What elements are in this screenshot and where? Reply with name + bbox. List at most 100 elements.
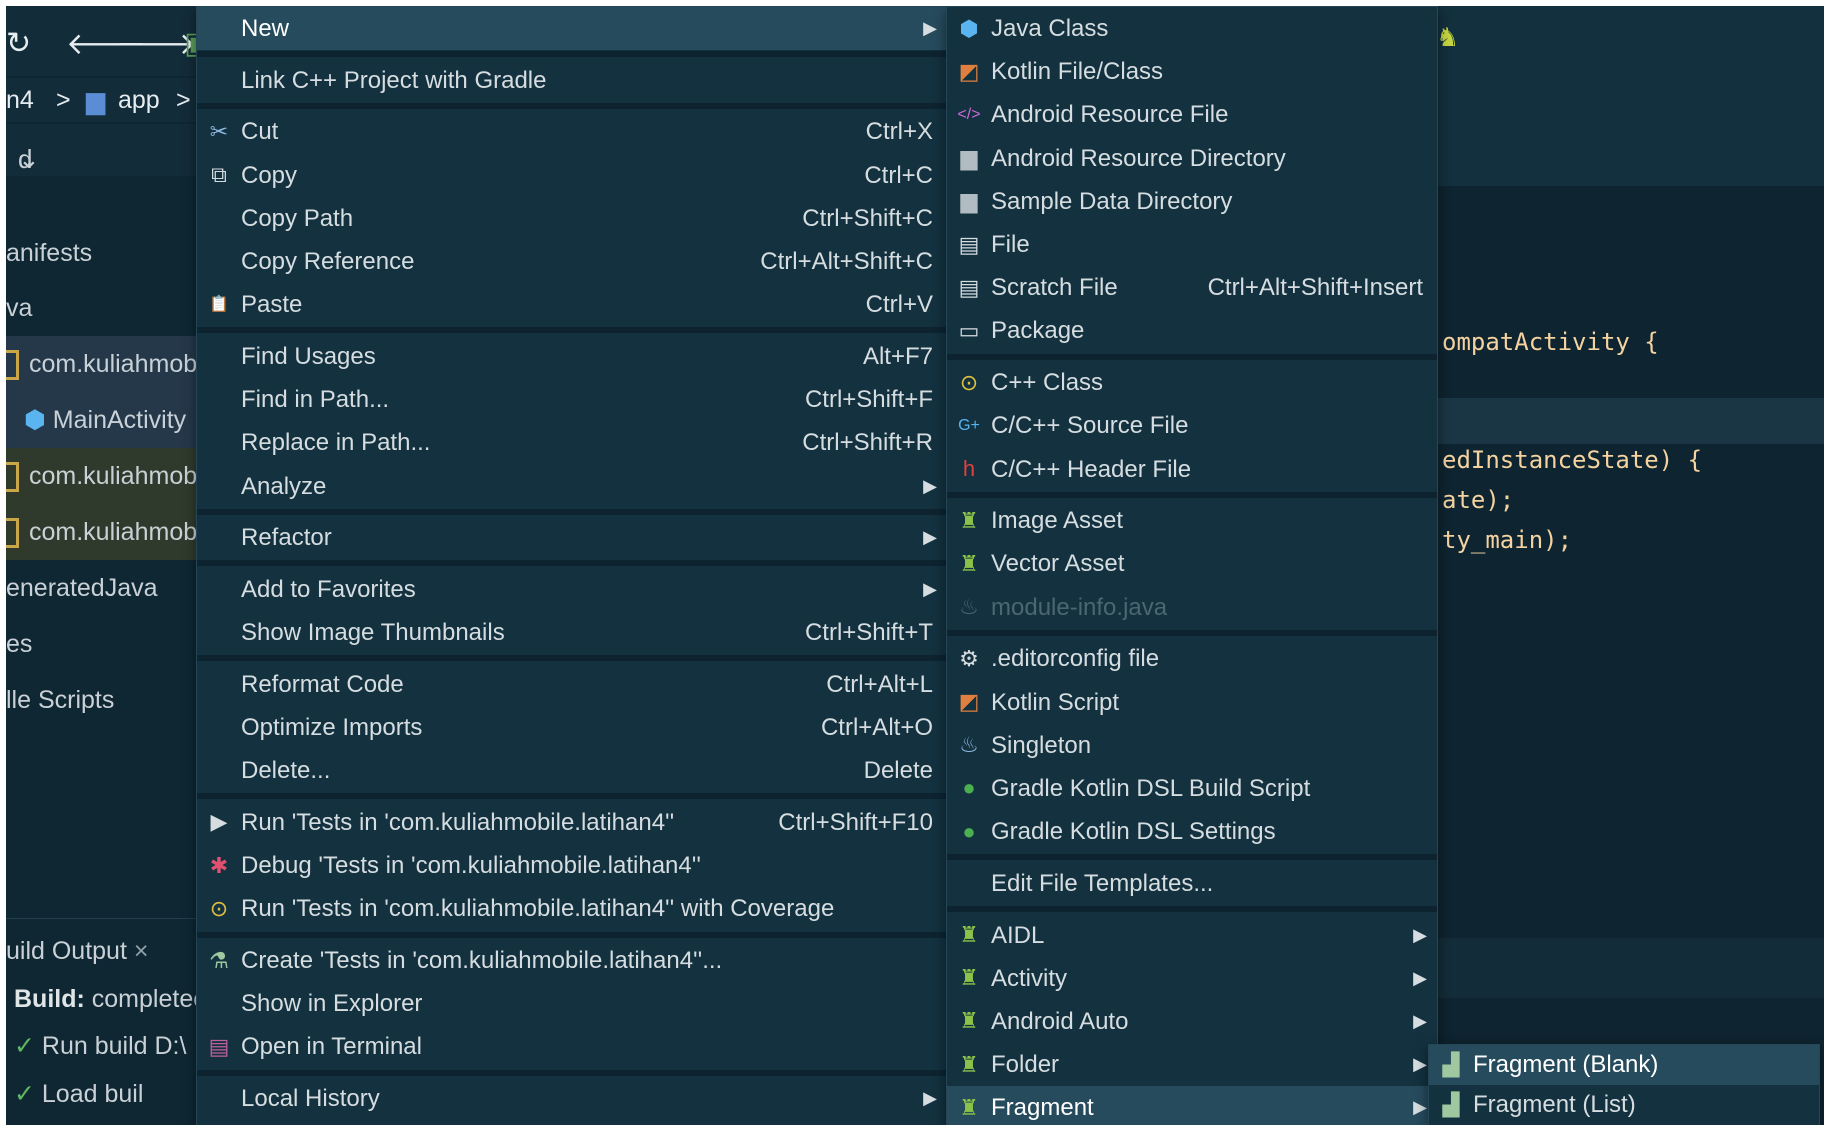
menu-item-image-asset[interactable]: ♜ Image Asset — [947, 499, 1437, 542]
build-output-tab[interactable]: uild Output × — [6, 937, 148, 966]
sync-icon[interactable]: ↻ — [6, 26, 31, 61]
menu-item-label: Local History — [241, 1085, 380, 1113]
menu-item-cut[interactable]: ✂ Cut Ctrl+X — [197, 110, 947, 153]
menu-item-link-c-project-with-gradle[interactable]: Link C++ Project with Gradle — [197, 59, 947, 102]
chevron-right-icon: > — [176, 86, 191, 114]
coverage-icon: ⊙ — [209, 895, 229, 921]
menu-item-folder[interactable]: ♜ Folder ▶ — [947, 1043, 1437, 1086]
menu-item-label: Folder — [991, 1051, 1060, 1079]
tree-item-label: com.kuliahmob — [29, 350, 198, 378]
build-status-line[interactable]: Build: completec — [14, 985, 206, 1014]
menu-item-shortcut: Ctrl+Alt+Shift+Insert — [1207, 274, 1423, 302]
menu-item-fragment-list[interactable]: ▟ Fragment (List) — [1429, 1085, 1819, 1125]
kotlin-icon: ◩ — [958, 58, 980, 84]
clipboard-icon: 📋 — [209, 295, 229, 313]
tree-item[interactable]: com.kuliahmob — [6, 448, 200, 504]
terminal-icon: ▤ — [208, 1033, 230, 1059]
tree-item[interactable]: lle Scripts — [6, 672, 200, 728]
menu-item-find-usages[interactable]: Find Usages Alt+F7 — [197, 335, 947, 378]
menu-item-c-class[interactable]: ⊙ C++ Class — [947, 361, 1437, 404]
menu-item-file[interactable]: ▤ File — [947, 223, 1437, 266]
android-debug-icon[interactable]: ♞ — [1436, 22, 1459, 53]
android-icon: ♜ — [959, 1051, 979, 1077]
menu-item-android-resource-directory[interactable]: ▆ Android Resource Directory — [947, 137, 1437, 180]
menu-item-copy-reference[interactable]: Copy Reference Ctrl+Alt+Shift+C — [197, 240, 947, 283]
menu-item-label: Singleton — [991, 731, 1092, 759]
menu-item-open-in-terminal[interactable]: ▤ Open in Terminal — [197, 1025, 947, 1068]
menu-item-copy[interactable]: ⧉ Copy Ctrl+C — [197, 154, 947, 197]
menu-item-analyze[interactable]: Analyze ▶ — [197, 465, 947, 508]
menu-item-module-info-java[interactable]: ♨ module-info.java — [947, 586, 1437, 629]
menu-item-fragment[interactable]: ♜ Fragment ▶ — [947, 1086, 1437, 1125]
menu-item-aidl[interactable]: ♜ AIDL ▶ — [947, 914, 1437, 957]
menu-item-activity[interactable]: ♜ Activity ▶ — [947, 957, 1437, 1000]
menu-item-editorconfig-file[interactable]: ⚙ .editorconfig file — [947, 637, 1437, 680]
menu-item-copy-path[interactable]: Copy Path Ctrl+Shift+C — [197, 197, 947, 240]
menu-item-label: Sample Data Directory — [991, 187, 1233, 215]
code-editor[interactable]: ♞ ompatActivity { edInstanceState) { ate… — [1436, 6, 1824, 1125]
menu-item-singleton[interactable]: ♨ Singleton — [947, 724, 1437, 767]
menu-item-shortcut: Ctrl+Alt+Shift+C — [760, 248, 933, 275]
menu-item-package[interactable]: ▭ Package — [947, 309, 1437, 352]
menu-item-c-c-source-file[interactable]: G+ C/C++ Source File — [947, 404, 1437, 447]
menu-item-sample-data-directory[interactable]: ▆ Sample Data Directory — [947, 180, 1437, 223]
tree-item[interactable]: va — [6, 280, 200, 336]
menu-item-shortcut: Delete — [863, 757, 933, 785]
menu-item-java-class[interactable]: ⬢ Java Class — [947, 7, 1437, 50]
bug-icon: ✱ — [209, 852, 229, 878]
menu-item-replace-in-path[interactable]: Replace in Path... Ctrl+Shift+R — [197, 421, 947, 464]
tree-item[interactable]: anifests — [6, 225, 200, 281]
menu-item-refactor[interactable]: Refactor ▶ — [197, 516, 947, 559]
menu-item-gradle-kotlin-dsl-build-script[interactable]: ● Gradle Kotlin DSL Build Script — [947, 767, 1437, 810]
menu-item-create-tests-in-com-kuliahmobile-latihan4[interactable]: ⚗ Create 'Tests in 'com.kuliahmobile.lati… — [197, 939, 947, 982]
menu-item-label: Copy Path — [241, 204, 354, 232]
tree-item[interactable]: com.kuliahmob — [6, 336, 200, 392]
close-icon[interactable]: × — [134, 937, 149, 965]
menu-item-label: Add to Favorites — [241, 575, 416, 603]
tree-item[interactable]: com.kuliahmob — [6, 504, 200, 560]
tree-item-label: lle Scripts — [6, 686, 115, 714]
tree-item[interactable]: es — [6, 616, 200, 672]
menu-item-c-c-header-file[interactable]: h C/C++ Header File — [947, 448, 1437, 491]
menu-item-label: Cut — [241, 118, 279, 146]
menu-item-local-history[interactable]: Local History ▶ — [197, 1077, 947, 1120]
menu-item-new[interactable]: New ▶ — [197, 7, 947, 51]
menu-item-label: Optimize Imports — [241, 714, 423, 741]
menu-item-debug-tests-in-com-kuliahmobile-latihan4[interactable]: ✱ Debug 'Tests in 'com.kuliahmobile.latih… — [197, 844, 947, 887]
load-build-line[interactable]: ✓ Load buil — [14, 1079, 143, 1109]
menu-item-android-auto[interactable]: ♜ Android Auto ▶ — [947, 1000, 1437, 1043]
menu-item-label: File — [991, 231, 1030, 258]
caret-line-highlight — [1436, 398, 1824, 444]
menu-item-kotlin-file-class[interactable]: ◩ Kotlin File/Class — [947, 50, 1437, 93]
menu-item-show-in-explorer[interactable]: Show in Explorer — [197, 982, 947, 1025]
breadcrumb-project[interactable]: n4 — [6, 86, 34, 115]
menu-item-run-tests-in-com-kuliahmobile-latihan4-with-coverage[interactable]: ⊙ Run 'Tests in 'com.kuliahmobile.latihan… — [197, 887, 947, 930]
submenu-arrow-icon: ▶ — [1413, 924, 1427, 945]
menu-item-show-image-thumbnails[interactable]: Show Image Thumbnails Ctrl+Shift+T — [197, 611, 947, 654]
menu-item-scratch-file[interactable]: ▤ Scratch File Ctrl+Alt+Shift+Insert — [947, 266, 1437, 309]
menu-item-android-resource-file[interactable]: </> Android Resource File — [947, 93, 1437, 136]
menu-item-gradle-kotlin-dsl-settings[interactable]: ● Gradle Kotlin DSL Settings — [947, 810, 1437, 853]
scratch-file-icon: ▤ — [958, 274, 980, 300]
menu-item-add-to-favorites[interactable]: Add to Favorites ▶ — [197, 568, 947, 611]
menu-item-shortcut: Ctrl+Shift+T — [804, 619, 933, 647]
menu-item-vector-asset[interactable]: ♜ Vector Asset — [947, 542, 1437, 585]
menu-item-optimize-imports[interactable]: Optimize Imports Ctrl+Alt+O — [197, 706, 947, 749]
run-build-line[interactable]: ✓ Run build D:\ — [14, 1031, 186, 1061]
menu-item-kotlin-script[interactable]: ◩ Kotlin Script — [947, 681, 1437, 724]
tree-item[interactable]: ⬢ MainActivity — [6, 392, 200, 448]
menu-item-fragment-blank[interactable]: ▟ Fragment (Blank) — [1429, 1045, 1819, 1085]
menu-item-edit-file-templates[interactable]: Edit File Templates... — [947, 862, 1437, 905]
menu-item-find-in-path[interactable]: Find in Path... Ctrl+Shift+F — [197, 378, 947, 421]
folder-icon: ▆ — [960, 145, 978, 171]
menu-item-paste[interactable]: 📋 Paste Ctrl+V — [197, 283, 947, 326]
tree-item-label: com.kuliahmob — [29, 518, 198, 546]
breadcrumb-module[interactable]: app — [118, 86, 160, 115]
menu-item-delete[interactable]: Delete... Delete — [197, 749, 947, 792]
menu-item-synchronize-latihan4[interactable]: ↻Synchronize 'latihan4' — [197, 1120, 947, 1125]
cpp-source-icon: G+ — [958, 416, 980, 434]
tree-item[interactable]: eneratedJava — [6, 560, 200, 616]
menu-separator — [197, 327, 947, 334]
menu-item-run-tests-in-com-kuliahmobile-latihan4[interactable]: ▶ Run 'Tests in 'com.kuliahmobile.latihan… — [197, 801, 947, 844]
menu-item-reformat-code[interactable]: Reformat Code Ctrl+Alt+L — [197, 663, 947, 706]
